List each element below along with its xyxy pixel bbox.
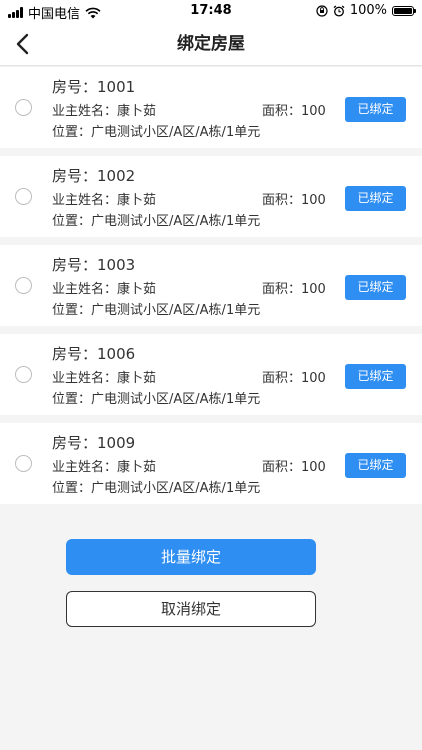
select-radio[interactable] [15, 277, 32, 294]
battery-fill [394, 7, 412, 14]
area-value: 面积：100 [262, 282, 326, 297]
bound-status-button[interactable]: 已绑定 [345, 97, 406, 122]
owner-name: 业主姓名：康卜茹 [52, 282, 157, 297]
bound-status-button[interactable]: 已绑定 [345, 186, 406, 211]
bound-status-button[interactable]: 已绑定 [345, 453, 406, 478]
nav-bar: 绑定房屋 [0, 22, 422, 66]
location-text: 位置：广电测试小区/A区/A栋/1单元 [52, 392, 261, 407]
page-title: 绑定房屋 [177, 34, 245, 54]
select-radio[interactable] [15, 455, 32, 472]
bound-status-button[interactable]: 已绑定 [345, 275, 406, 300]
room-number: 房号：1009 [52, 434, 136, 452]
area-value: 面积：100 [262, 371, 326, 386]
area-value: 面积：100 [262, 460, 326, 475]
bound-status-button[interactable]: 已绑定 [345, 364, 406, 389]
list-item: 房号：1009 业主姓名：康卜茹 面积：100 位置：广电测试小区/A区/A栋/… [0, 423, 422, 504]
room-number: 房号：1002 [52, 167, 136, 185]
location-text: 位置：广电测试小区/A区/A栋/1单元 [52, 214, 261, 229]
location-text: 位置：广电测试小区/A区/A栋/1单元 [52, 303, 261, 318]
rotation-lock-icon [316, 4, 328, 17]
cancel-bind-button[interactable]: 取消绑定 [66, 591, 316, 627]
location-text: 位置：广电测试小区/A区/A栋/1单元 [52, 481, 261, 496]
status-right: 100% [316, 3, 416, 18]
battery-percent: 100% [349, 3, 387, 18]
area-value: 面积：100 [262, 104, 326, 119]
owner-name: 业主姓名：康卜茹 [52, 193, 157, 208]
room-number: 房号：1003 [52, 256, 136, 274]
owner-name: 业主姓名：康卜茹 [52, 460, 157, 475]
select-radio[interactable] [15, 99, 32, 116]
list-item: 房号：1001 业主姓名：康卜茹 面积：100 位置：广电测试小区/A区/A栋/… [0, 67, 422, 148]
battery-icon [392, 5, 416, 16]
list-item: 房号：1002 业主姓名：康卜茹 面积：100 位置：广电测试小区/A区/A栋/… [0, 156, 422, 237]
owner-name: 业主姓名：康卜茹 [52, 371, 157, 386]
select-radio[interactable] [15, 188, 32, 205]
house-list: 房号：1001 业主姓名：康卜茹 面积：100 位置：广电测试小区/A区/A栋/… [0, 67, 422, 512]
list-item: 房号：1003 业主姓名：康卜茹 面积：100 位置：广电测试小区/A区/A栋/… [0, 245, 422, 326]
location-text: 位置：广电测试小区/A区/A栋/1单元 [52, 125, 261, 140]
owner-name: 业主姓名：康卜茹 [52, 104, 157, 119]
list-item: 房号：1006 业主姓名：康卜茹 面积：100 位置：广电测试小区/A区/A栋/… [0, 334, 422, 415]
batch-bind-button[interactable]: 批量绑定 [66, 539, 316, 575]
area-value: 面积：100 [262, 193, 326, 208]
select-radio[interactable] [15, 366, 32, 383]
alarm-icon [333, 5, 345, 17]
status-bar: 中国电信 17:48 100% [0, 0, 422, 22]
room-number: 房号：1006 [52, 345, 136, 363]
room-number: 房号：1001 [52, 78, 136, 96]
